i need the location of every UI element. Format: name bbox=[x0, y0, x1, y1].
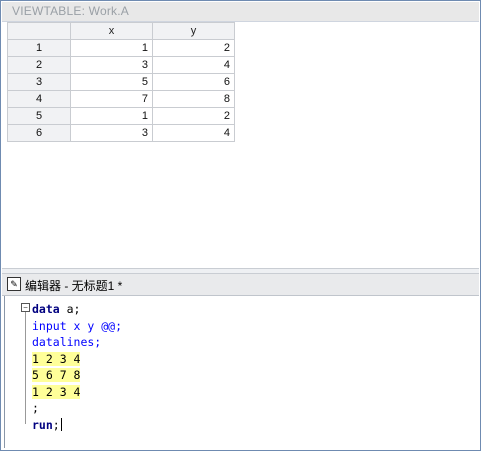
code-editor[interactable]: − data a; input x y @@; datalines; 1 2 3… bbox=[4, 296, 478, 448]
row-header[interactable]: 5 bbox=[7, 107, 71, 125]
data-grid: x y 1 1 2 2 3 4 3 5 6 4 7 8 5 1 2 6 3 4 bbox=[7, 22, 235, 142]
cell-y[interactable]: 2 bbox=[152, 107, 235, 125]
viewtable-panel: x y 1 1 2 2 3 4 3 5 6 4 7 8 5 1 2 6 3 4 bbox=[2, 22, 479, 267]
code-text[interactable]: data a; input x y @@; datalines; 1 2 3 4… bbox=[32, 301, 122, 433]
table-row: 4 7 8 bbox=[7, 90, 235, 108]
datalines-row: 1 2 3 4 bbox=[32, 351, 81, 366]
code-line: ; bbox=[32, 401, 39, 415]
code-line: input x y @@; bbox=[32, 318, 123, 333]
table-row: 6 3 4 bbox=[7, 124, 235, 142]
viewtable-title: VIEWTABLE: Work.A bbox=[12, 4, 129, 18]
viewtable-titlebar[interactable]: VIEWTABLE: Work.A bbox=[2, 2, 479, 22]
collapse-toggle-icon[interactable]: − bbox=[21, 303, 30, 312]
cell-y[interactable]: 4 bbox=[152, 56, 235, 74]
cell-x[interactable]: 3 bbox=[70, 124, 153, 142]
code-token: a; bbox=[59, 302, 81, 316]
cell-y[interactable]: 4 bbox=[152, 124, 235, 142]
keyword-data: data bbox=[32, 302, 60, 316]
code-line: 1 2 3 4 bbox=[32, 351, 122, 368]
row-header[interactable]: 6 bbox=[7, 124, 71, 142]
code-line: run; bbox=[32, 417, 122, 434]
app-window: VIEWTABLE: Work.A x y 1 1 2 2 3 4 3 5 6 … bbox=[0, 0, 481, 451]
cell-x[interactable]: 1 bbox=[70, 107, 153, 125]
sas-editor-icon: ✎ bbox=[7, 277, 21, 291]
cell-x[interactable]: 7 bbox=[70, 90, 153, 108]
keyword-run: run bbox=[32, 417, 53, 432]
row-header[interactable]: 2 bbox=[7, 56, 71, 74]
editor-title: 编辑器 - 无标题1 * bbox=[25, 279, 123, 293]
row-header[interactable]: 1 bbox=[7, 39, 71, 57]
table-row: 5 1 2 bbox=[7, 107, 235, 125]
cell-x[interactable]: 1 bbox=[70, 39, 153, 57]
code-line: datalines; bbox=[32, 335, 102, 349]
code-line: 1 2 3 4 bbox=[32, 384, 122, 401]
grid-corner[interactable] bbox=[7, 22, 71, 40]
code-line: data a; bbox=[32, 301, 122, 318]
cell-y[interactable]: 6 bbox=[152, 73, 235, 91]
column-header-x[interactable]: x bbox=[70, 22, 153, 40]
cell-y[interactable]: 8 bbox=[152, 90, 235, 108]
table-row: 3 5 6 bbox=[7, 73, 235, 91]
table-row: 1 1 2 bbox=[7, 39, 235, 57]
row-header[interactable]: 3 bbox=[7, 73, 71, 91]
code-token: ; bbox=[52, 417, 60, 432]
fold-guide-line bbox=[25, 312, 26, 424]
code-line: 5 6 7 8 bbox=[32, 367, 122, 384]
datalines-row: 5 6 7 8 bbox=[32, 368, 81, 382]
table-row: 2 3 4 bbox=[7, 56, 235, 74]
cell-x[interactable]: 3 bbox=[70, 56, 153, 74]
editor-titlebar[interactable]: ✎ 编辑器 - 无标题1 * bbox=[2, 274, 479, 296]
cell-x[interactable]: 5 bbox=[70, 73, 153, 91]
column-header-y[interactable]: y bbox=[152, 22, 235, 40]
row-header[interactable]: 4 bbox=[7, 90, 71, 108]
cell-y[interactable]: 2 bbox=[152, 39, 235, 57]
datalines-row: 1 2 3 4 bbox=[32, 384, 81, 399]
text-cursor bbox=[60, 417, 62, 431]
